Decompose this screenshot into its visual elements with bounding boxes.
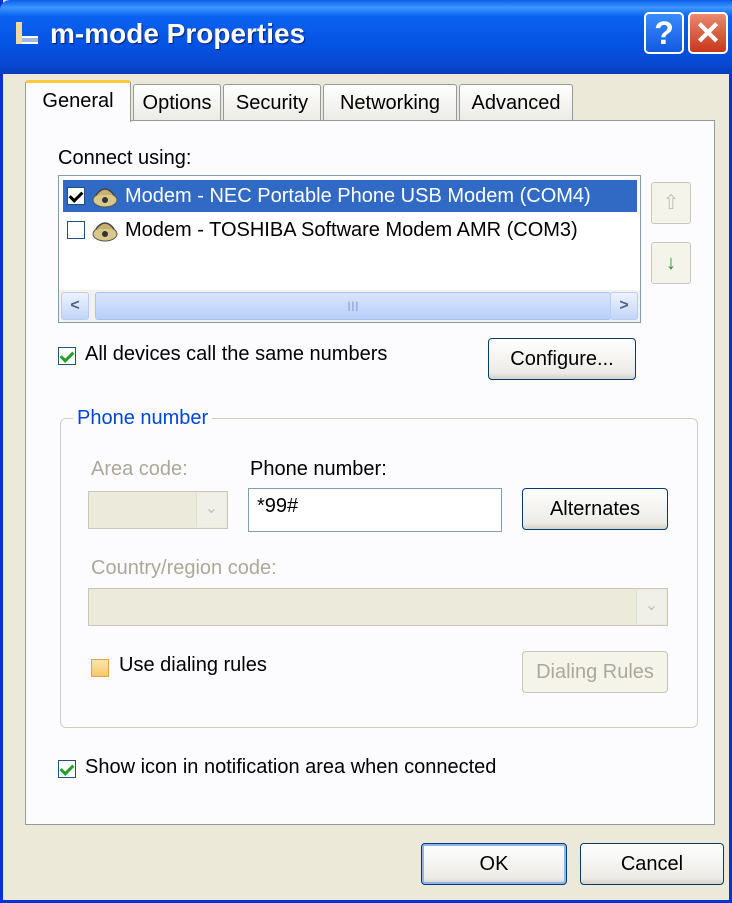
tab-general[interactable]: General [25,80,131,122]
chevron-down-icon[interactable]: ⌄ [636,590,666,624]
modem-icon [92,188,118,208]
tab-options[interactable]: Options [133,84,221,120]
country-code-label: Country/region code: [91,557,277,579]
configure-button[interactable]: Configure... [488,338,636,380]
use-dialing-rules-label: Use dialing rules [119,654,267,676]
device-checkbox[interactable] [67,221,85,239]
connect-using-label: Connect using: [58,147,192,169]
phone-number-label: Phone number: [250,458,387,480]
tab-security[interactable]: Security [223,84,321,120]
scroll-right-button[interactable]: > [610,292,638,320]
device-list[interactable]: Modem - NEC Portable Phone USB Modem (CO… [58,175,641,323]
alternates-button[interactable]: Alternates [522,488,668,530]
horizontal-scrollbar[interactable]: < III > [59,290,640,322]
list-item[interactable]: Modem - TOSHIBA Software Modem AMR (COM3… [63,214,637,246]
modem-icon [92,222,118,242]
ok-button[interactable]: OK [421,843,567,885]
scroll-thumb[interactable]: III [95,292,611,320]
move-down-button[interactable]: ↓ [651,242,691,284]
move-up-button[interactable]: ⇧ [651,182,691,224]
window-title: m-mode Properties [50,18,306,49]
scroll-left-button[interactable]: < [61,292,89,320]
area-code-combo[interactable]: ⌄ [88,491,228,529]
device-label: Modem - TOSHIBA Software Modem AMR (COM3… [125,219,578,241]
tab-advanced[interactable]: Advanced [459,84,573,120]
device-label: Modem - NEC Portable Phone USB Modem (CO… [125,185,591,207]
phone-number-input[interactable]: *99# [248,488,502,532]
dialing-rules-button[interactable]: Dialing Rules [522,651,668,693]
show-icon-label: Show icon in notification area when conn… [85,756,497,778]
close-button[interactable]: ✕ [688,12,728,54]
device-checkbox[interactable] [67,187,85,205]
show-icon-checkbox[interactable] [58,760,76,778]
area-code-label: Area code: [91,458,188,480]
connection-icon [16,22,38,44]
cancel-button[interactable]: Cancel [580,843,724,885]
use-dialing-rules-checkbox[interactable] [91,659,109,677]
country-code-combo[interactable]: ⌄ [88,588,668,626]
phone-number-group-title: Phone number [73,407,213,430]
chevron-down-icon[interactable]: ⌄ [196,493,226,527]
list-item[interactable]: Modem - NEC Portable Phone USB Modem (CO… [63,180,637,212]
title-bar[interactable]: m-mode Properties ? ✕ [0,0,732,74]
help-button[interactable]: ? [644,12,684,54]
all-devices-label: All devices call the same numbers [85,343,388,365]
all-devices-checkbox[interactable] [58,347,76,365]
properties-dialog: m-mode Properties ? ✕ General Options Se… [0,0,732,903]
tab-networking[interactable]: Networking [323,84,457,120]
